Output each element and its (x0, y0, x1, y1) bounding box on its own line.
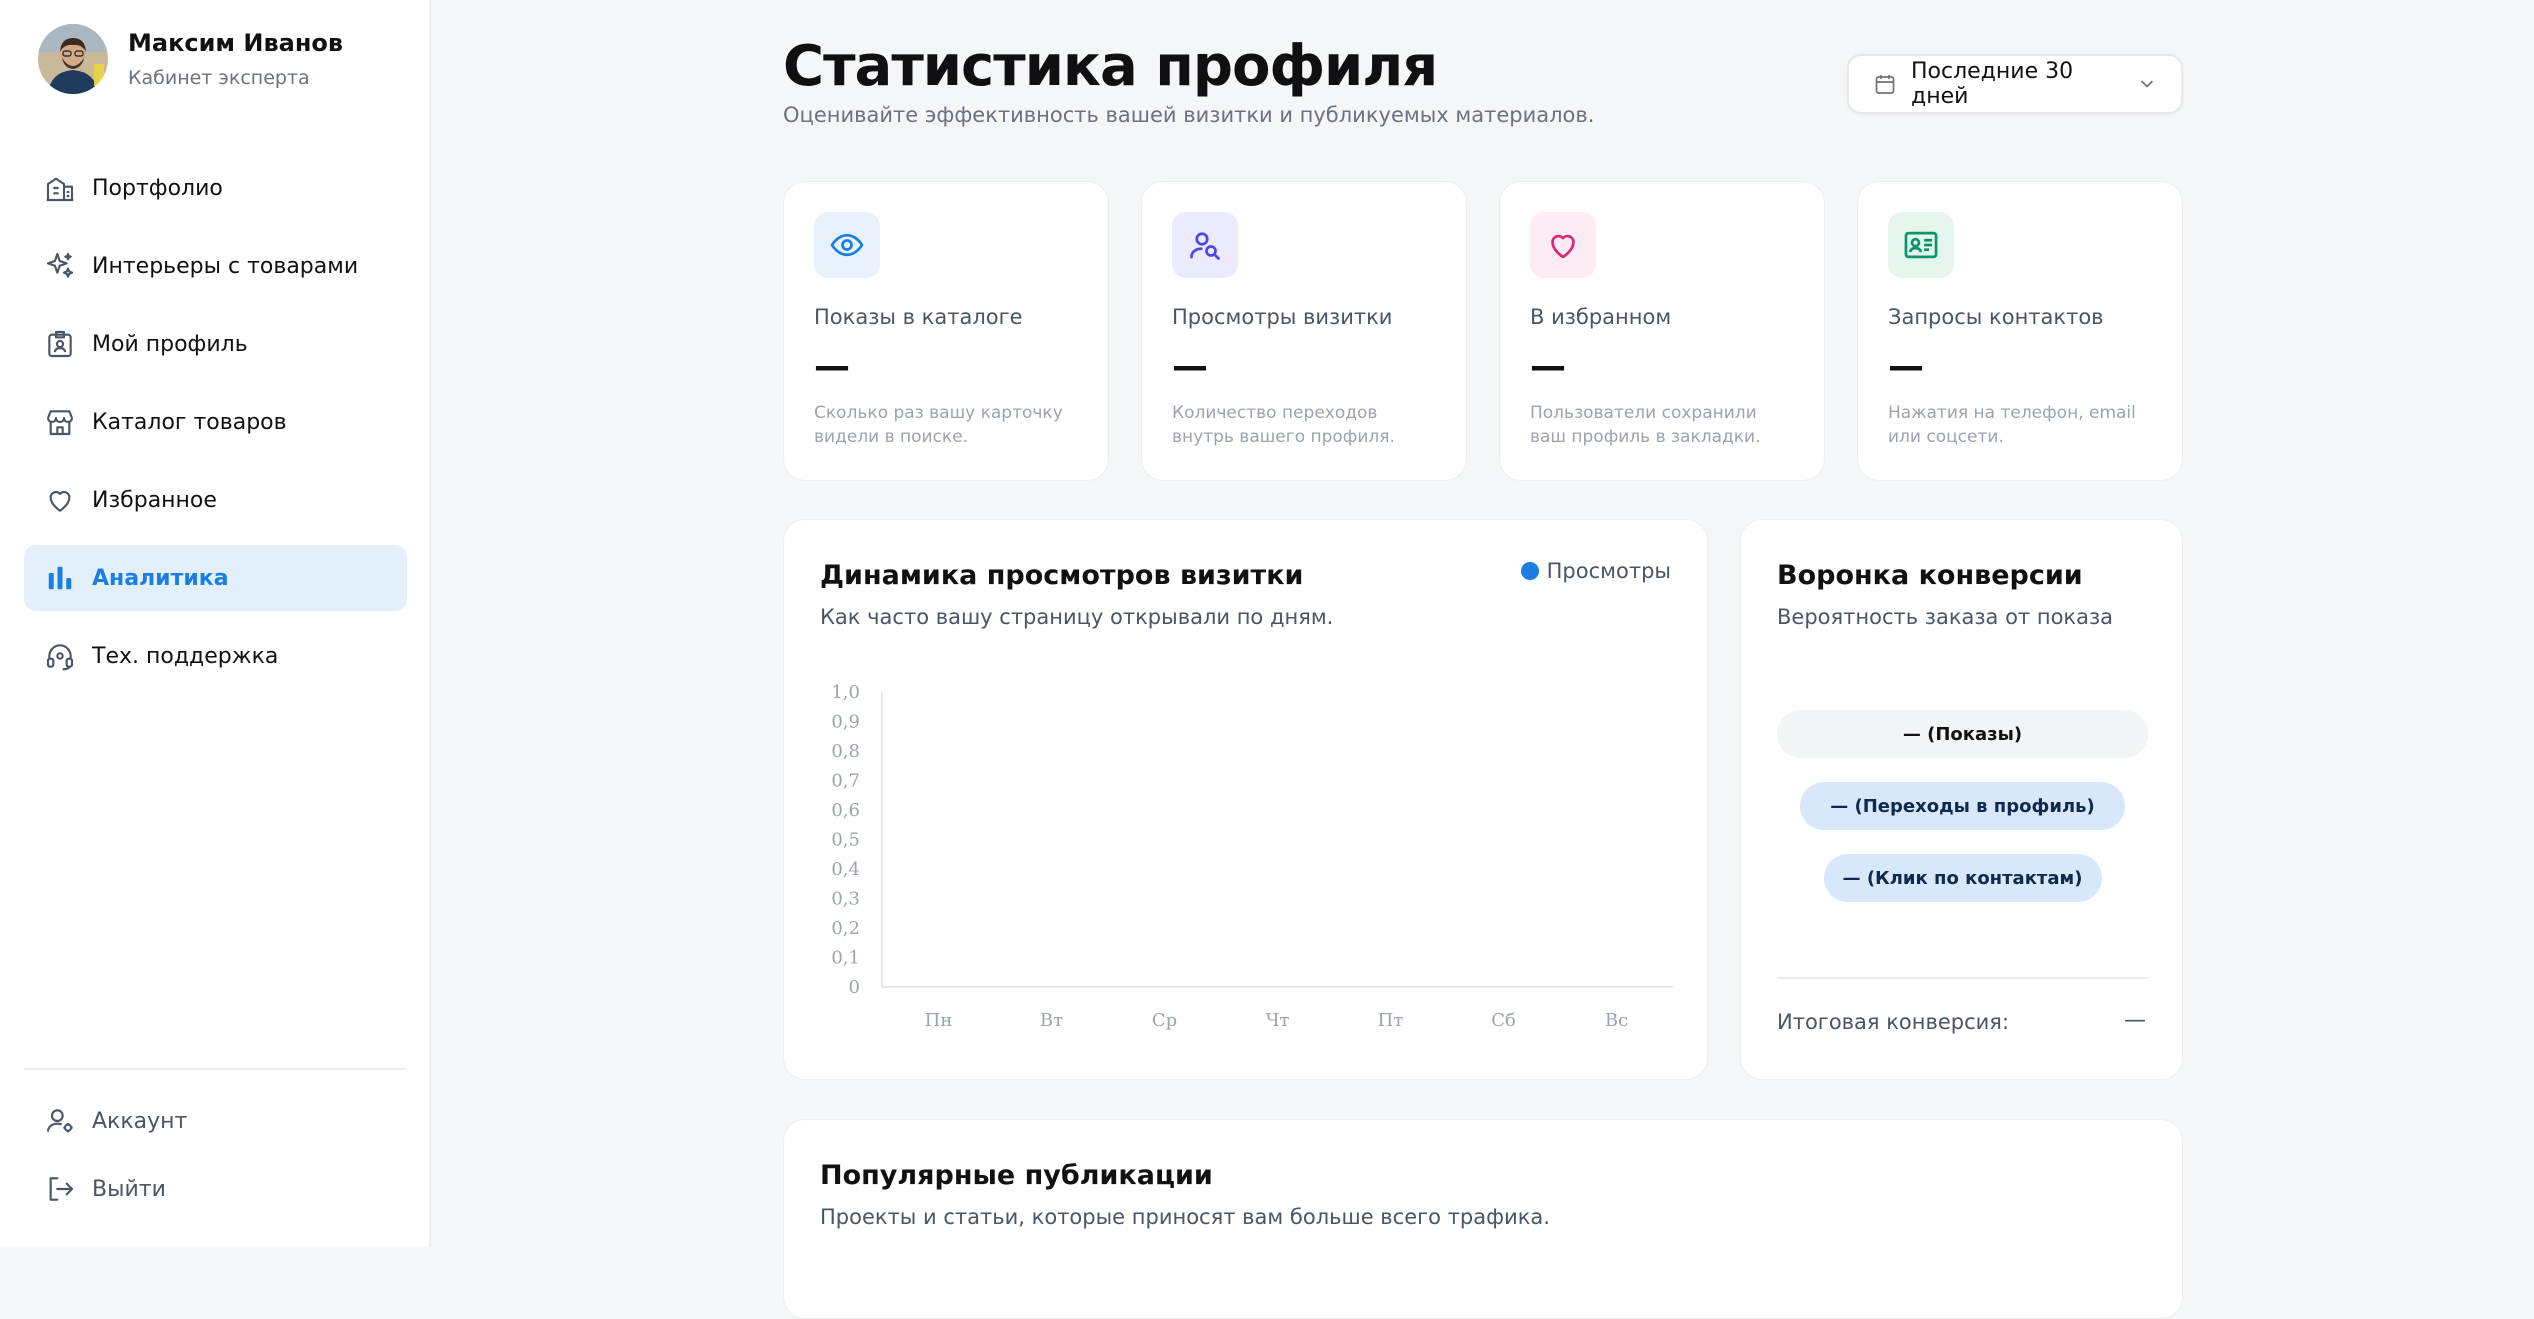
sparkles-icon (42, 248, 78, 284)
x-tick-label: Вс (1605, 1010, 1628, 1031)
sidebar-item-label: Аналитика (92, 565, 229, 591)
x-tick-label: Сб (1491, 1010, 1516, 1031)
stat-cards: Показы в каталоге — Сколько раз вашу кар… (783, 181, 2183, 481)
main-nav: Портфолио Интерьеры с товарами Мой профи… (24, 155, 407, 701)
id-badge-icon (42, 326, 78, 362)
publications-subtitle: Проекты и статьи, которые приносят вам б… (820, 1205, 1550, 1229)
stat-card-description: Сколько раз вашу карточку видели в поиск… (814, 403, 1063, 447)
logout-icon (42, 1171, 78, 1207)
funnel-step-profile-visits: — (Переходы в профиль) (1800, 782, 2125, 830)
sidebar-item-my-profile[interactable]: Мой профиль (24, 311, 407, 377)
x-tick-label: Пн (925, 1010, 953, 1031)
user-name: Максим Иванов (128, 29, 344, 57)
funnel: — (Показы) — (Переходы в профиль) — (Кли… (1777, 710, 2148, 926)
x-tick-label: Пт (1378, 1010, 1404, 1031)
sidebar-item-support[interactable]: Тех. поддержка (24, 623, 407, 689)
y-tick-label: 0,4 (831, 859, 860, 880)
y-tick-label: 0,6 (831, 800, 860, 821)
stat-card-favorites: В избранном — Пользователи сохранили ваш… (1499, 181, 1825, 481)
funnel-divider (1777, 977, 2148, 979)
conversion-funnel-panel: Воронка конверсии Вероятность заказа от … (1740, 519, 2183, 1080)
page-title: Статистика профиля (783, 34, 1438, 99)
publications-title: Популярные публикации (820, 1160, 1213, 1191)
sidebar-item-analytics[interactable]: Аналитика (24, 545, 407, 611)
funnel-subtitle: Вероятность заказа от показа (1777, 605, 2113, 629)
bar-chart-icon (42, 560, 78, 596)
sidebar-item-favorites[interactable]: Избранное (24, 467, 407, 533)
contact-card-icon (1888, 212, 1954, 278)
sidebar-item-catalog[interactable]: Каталог товаров (24, 389, 407, 455)
sidebar-item-label: Аккаунт (92, 1108, 188, 1134)
stat-card-title: В избранном (1530, 305, 1672, 329)
sidebar-item-account[interactable]: Аккаунт (24, 1093, 407, 1149)
stat-card-title: Просмотры визитки (1172, 305, 1393, 329)
views-chart: 0 0,1 0,2 0,3 0,4 0,5 0,6 0,7 0,8 0,9 1,0 Пн Вт Ср Чт П… (831, 682, 1673, 1031)
y-tick-label: 0,3 (831, 889, 860, 910)
stat-card-value: — (1172, 346, 1208, 387)
stat-card-value: — (1530, 346, 1566, 387)
page-subtitle: Оценивайте эффективность вашей визитки и… (783, 103, 1595, 127)
main-content: Статистика профиля Оценивайте эффективно… (431, 0, 2534, 1319)
sidebar-item-label: Избранное (92, 487, 217, 513)
sidebar-item-label: Портфолио (92, 175, 223, 201)
store-icon (42, 404, 78, 440)
period-value: Последние 30 дней (1911, 59, 2074, 109)
y-tick-label: 0,7 (831, 771, 860, 792)
sidebar-item-logout[interactable]: Выйти (24, 1161, 407, 1217)
bottom-nav: Аккаунт Выйти (24, 1093, 407, 1229)
y-tick-label: 0,5 (831, 830, 860, 851)
sidebar-item-label: Тех. поддержка (92, 643, 279, 669)
stat-card-description: Нажатия на телефон, email или соцсети. (1888, 403, 2136, 447)
y-tick-label: 0,9 (831, 712, 860, 733)
avatar (38, 24, 108, 94)
user-search-icon (1172, 212, 1238, 278)
funnel-total-label: Итоговая конверсия: (1777, 1010, 2010, 1034)
x-tick-label: Вт (1040, 1010, 1063, 1031)
building-icon (42, 170, 78, 206)
stat-card-catalog-impressions: Показы в каталоге — Сколько раз вашу кар… (783, 181, 1109, 481)
stat-card-title: Показы в каталоге (814, 305, 1023, 329)
y-tick-label: 0,2 (831, 918, 860, 939)
popular-publications-panel: Популярные публикации Проекты и статьи, … (783, 1119, 2183, 1319)
views-chart-panel: Динамика просмотров визитки Как часто ва… (783, 519, 1708, 1080)
period-select[interactable]: Последние 30 дней (1847, 54, 2183, 114)
user-gear-icon (42, 1103, 78, 1139)
stat-card-title: Запросы контактов (1888, 305, 2104, 329)
y-tick-label: 0 (849, 977, 860, 998)
sidebar-item-label: Интерьеры с товарами (92, 253, 359, 279)
stat-card-profile-views: Просмотры визитки — Количество переходов… (1141, 181, 1467, 481)
y-tick-label: 1,0 (831, 682, 860, 703)
heart-icon (1530, 212, 1596, 278)
sidebar-item-label: Выйти (92, 1176, 166, 1202)
sidebar-item-label: Мой профиль (92, 331, 248, 357)
calendar-icon (1873, 72, 1897, 96)
sidebar-item-portfolio[interactable]: Портфолио (24, 155, 407, 221)
y-tick-label: 0,1 (831, 948, 860, 969)
user-profile[interactable]: Максим Иванов Кабинет эксперта (38, 24, 343, 94)
funnel-total-value: — (2124, 1008, 2146, 1033)
sidebar-item-interiors[interactable]: Интерьеры с товарами (24, 233, 407, 299)
eye-icon (814, 212, 880, 278)
stat-card-description: Пользователи сохранили ваш профиль в зак… (1530, 403, 1761, 447)
stat-card-value: — (814, 346, 850, 387)
stat-card-contact-requests: Запросы контактов — Нажатия на телефон, … (1857, 181, 2183, 481)
sidebar-item-label: Каталог товаров (92, 409, 287, 435)
user-role: Кабинет эксперта (128, 67, 310, 89)
heart-icon (42, 482, 78, 518)
stat-card-value: — (1888, 346, 1924, 387)
funnel-step-contact-clicks: — (Клик по контактам) (1823, 854, 2102, 902)
x-tick-label: Ср (1152, 1010, 1177, 1031)
x-tick-label: Чт (1266, 1010, 1290, 1031)
sidebar: Максим Иванов Кабинет эксперта Портфолио… (0, 0, 431, 1247)
headset-icon (42, 638, 78, 674)
stat-card-description: Количество переходов внутрь вашего профи… (1172, 403, 1395, 447)
sidebar-divider (24, 1068, 407, 1070)
funnel-title: Воронка конверсии (1777, 560, 2083, 591)
funnel-step-impressions: — (Показы) (1777, 710, 2148, 758)
chevron-down-icon (2137, 74, 2157, 94)
y-tick-label: 0,8 (831, 741, 860, 762)
